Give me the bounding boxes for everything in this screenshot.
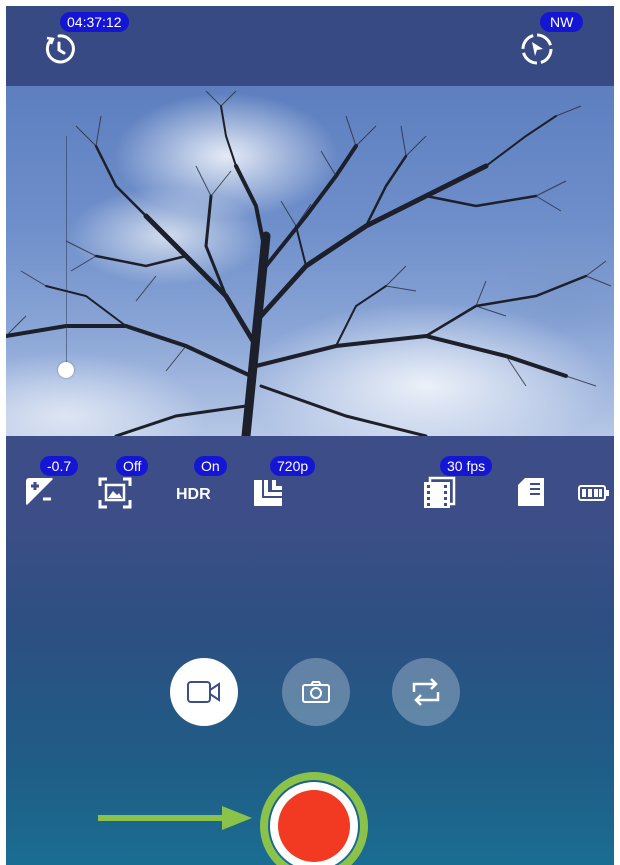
switch-camera-icon <box>412 678 440 706</box>
hdr-toggle[interactable]: HDR <box>176 486 211 504</box>
arrow-annotation-icon <box>98 806 252 830</box>
settings-bar: -0.7 Off HDR On 720p 30 fps <box>6 436 614 528</box>
compass-icon[interactable] <box>520 32 554 71</box>
viewfinder-preview[interactable] <box>6 86 614 436</box>
video-mode-button[interactable] <box>170 658 238 726</box>
resolution-badge: 720p <box>270 456 316 476</box>
camera-app-screen: 04:37:12 NW -0.7 Off HDR On 720p 30 fps <box>6 6 614 865</box>
battery-icon <box>578 484 610 507</box>
exposure-icon[interactable] <box>24 476 56 513</box>
tree-branches-image <box>6 90 612 436</box>
film-icon[interactable] <box>422 476 456 515</box>
top-bar: 04:37:12 NW <box>6 6 614 86</box>
resolution-icon[interactable] <box>252 476 284 513</box>
photo-mode-button[interactable] <box>282 658 350 726</box>
switch-camera-button[interactable] <box>392 658 460 726</box>
exposure-slider-handle[interactable] <box>58 362 74 378</box>
exposure-slider-track[interactable] <box>66 136 67 366</box>
focus-badge: Off <box>116 456 149 476</box>
timer-badge: 04:37:12 <box>60 12 129 32</box>
direction-badge: NW <box>540 12 584 32</box>
sd-card-icon[interactable] <box>516 476 546 513</box>
camera-icon <box>302 681 330 703</box>
frame-rate-badge: 30 fps <box>440 456 493 476</box>
focus-frame-icon[interactable] <box>98 476 132 515</box>
timer-icon[interactable] <box>42 32 76 71</box>
video-camera-icon <box>187 681 220 703</box>
record-button-red[interactable] <box>278 790 350 862</box>
exposure-badge: -0.7 <box>40 456 79 476</box>
hdr-badge: On <box>194 456 227 476</box>
